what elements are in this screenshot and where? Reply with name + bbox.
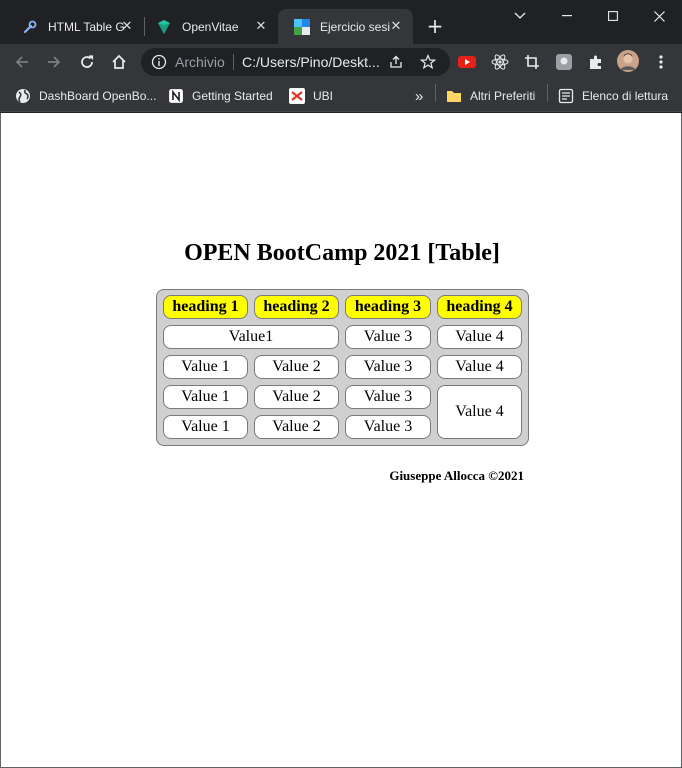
bookmark-ubi[interactable]: UBI <box>289 86 333 106</box>
close-tab-icon[interactable]: ✕ <box>254 19 268 33</box>
ubi-icon <box>289 88 305 104</box>
table-cell: Value 3 <box>345 385 431 409</box>
footer-credit: Giuseppe Allocca ©2021 <box>389 468 524 483</box>
bookmark-label: Elenco di lettura <box>582 89 669 103</box>
screenshot-crop-icon[interactable] <box>523 53 541 71</box>
new-tab-button[interactable]: + <box>425 16 445 36</box>
toolbar: Archivio C:/Users/Pino/Deskt... <box>0 44 682 80</box>
tab-strip: HTML Table G ✕ OpenVitae ✕ Ejercicio ses… <box>0 0 682 44</box>
address-divider <box>233 54 234 70</box>
bookmark-label: Altri Preferiti <box>470 89 536 103</box>
table-cell: Value 2 <box>254 415 339 439</box>
table-cell: Value 4 <box>437 355 522 379</box>
page-content: OPEN BootCamp 2021 [Table] heading 1 hea… <box>0 113 682 768</box>
globe-icon <box>15 88 31 104</box>
table-cell: Value 1 <box>163 385 248 409</box>
home-icon <box>112 54 126 69</box>
share-icon[interactable] <box>388 54 404 70</box>
avatar[interactable] <box>617 50 639 72</box>
bookmark-getting-started[interactable]: Getting Started <box>168 86 273 106</box>
maximize-button[interactable] <box>590 0 636 32</box>
browser-chrome: HTML Table G ✕ OpenVitae ✕ Ejercicio ses… <box>0 0 682 113</box>
bookmark-altri-preferiti[interactable]: Altri Preferiti <box>446 86 535 106</box>
tab-title: Ejercicio sesi <box>320 19 390 34</box>
openvitae-logo-icon <box>156 19 172 35</box>
table-heading-2: heading 2 <box>254 295 339 319</box>
table-cell: Value 4 <box>437 385 522 439</box>
bookmark-label: Getting Started <box>192 89 273 103</box>
table-cell: Value 4 <box>437 325 522 349</box>
tab-search-button[interactable] <box>497 0 543 32</box>
table-cell: Value 1 <box>163 415 248 439</box>
table-heading-1: heading 1 <box>163 295 248 319</box>
reload-button[interactable] <box>75 50 99 74</box>
table-cell: Value 3 <box>345 355 431 379</box>
close-tab-icon[interactable]: ✕ <box>389 19 403 33</box>
info-icon[interactable] <box>151 54 167 70</box>
reload-icon <box>81 55 94 68</box>
bookmarks-bar: DashBoard OpenBo... Getting Started UBI … <box>0 80 682 112</box>
close-window-button[interactable] <box>636 0 682 32</box>
data-table: heading 1 heading 2 heading 3 heading 4 … <box>156 289 529 446</box>
close-tab-icon[interactable]: ✕ <box>120 19 134 33</box>
chevron-down-icon <box>514 12 526 19</box>
table-cell: Value 2 <box>254 355 339 379</box>
extension-square-icon[interactable] <box>555 53 573 71</box>
youtube-extension-icon[interactable] <box>458 53 476 71</box>
bookmarks-divider <box>435 84 436 102</box>
tab-title: OpenVitae <box>182 19 239 34</box>
wrench-icon <box>22 19 38 35</box>
address-url[interactable]: C:/Users/Pino/Deskt... <box>242 54 380 70</box>
arrow-left-icon <box>15 56 28 68</box>
kebab-menu-icon[interactable] <box>652 53 670 71</box>
bookmark-label: UBI <box>313 89 334 103</box>
table-cell: Value 1 <box>163 355 248 379</box>
arrow-right-icon <box>48 56 61 68</box>
minimize-button[interactable] <box>544 0 590 32</box>
minimize-icon <box>562 15 572 17</box>
table-cell: Value 3 <box>345 325 431 349</box>
tab-openvitae[interactable]: OpenVitae ✕ <box>140 9 278 44</box>
reading-list-button[interactable]: Elenco di lettura <box>558 86 668 106</box>
back-button[interactable] <box>10 50 34 74</box>
tab-title: HTML Table G <box>48 19 125 34</box>
close-icon <box>653 10 665 22</box>
notion-icon <box>168 88 184 104</box>
table-heading-4: heading 4 <box>437 295 522 319</box>
react-devtools-icon[interactable] <box>491 53 509 71</box>
forward-button[interactable] <box>42 50 66 74</box>
bookmarks-divider <box>547 84 548 102</box>
maximize-icon <box>608 11 618 21</box>
tab-html-table[interactable]: HTML Table G ✕ <box>6 9 144 44</box>
address-scheme-label: Archivio <box>175 54 225 70</box>
address-bar[interactable]: Archivio C:/Users/Pino/Deskt... <box>141 48 450 76</box>
home-button[interactable] <box>107 50 131 74</box>
bookmark-label: DashBoard OpenBo... <box>39 89 157 103</box>
reading-list-icon <box>558 88 574 104</box>
puzzle-icon[interactable] <box>587 53 605 71</box>
bookmark-dashboard[interactable]: DashBoard OpenBo... <box>15 86 156 106</box>
table-cell: Value 2 <box>254 385 339 409</box>
table-cell: Value1 <box>163 325 339 349</box>
bookmarks-overflow-button[interactable]: » <box>415 86 423 106</box>
star-icon[interactable] <box>419 53 437 70</box>
folder-icon <box>446 88 462 104</box>
colorful-square-icon <box>294 18 310 35</box>
table-heading-3: heading 3 <box>345 295 431 319</box>
tab-ejercicio[interactable]: Ejercicio sesi ✕ <box>278 9 413 44</box>
page-title: OPEN BootCamp 2021 [Table] <box>184 240 500 266</box>
table-cell: Value 3 <box>345 415 431 439</box>
